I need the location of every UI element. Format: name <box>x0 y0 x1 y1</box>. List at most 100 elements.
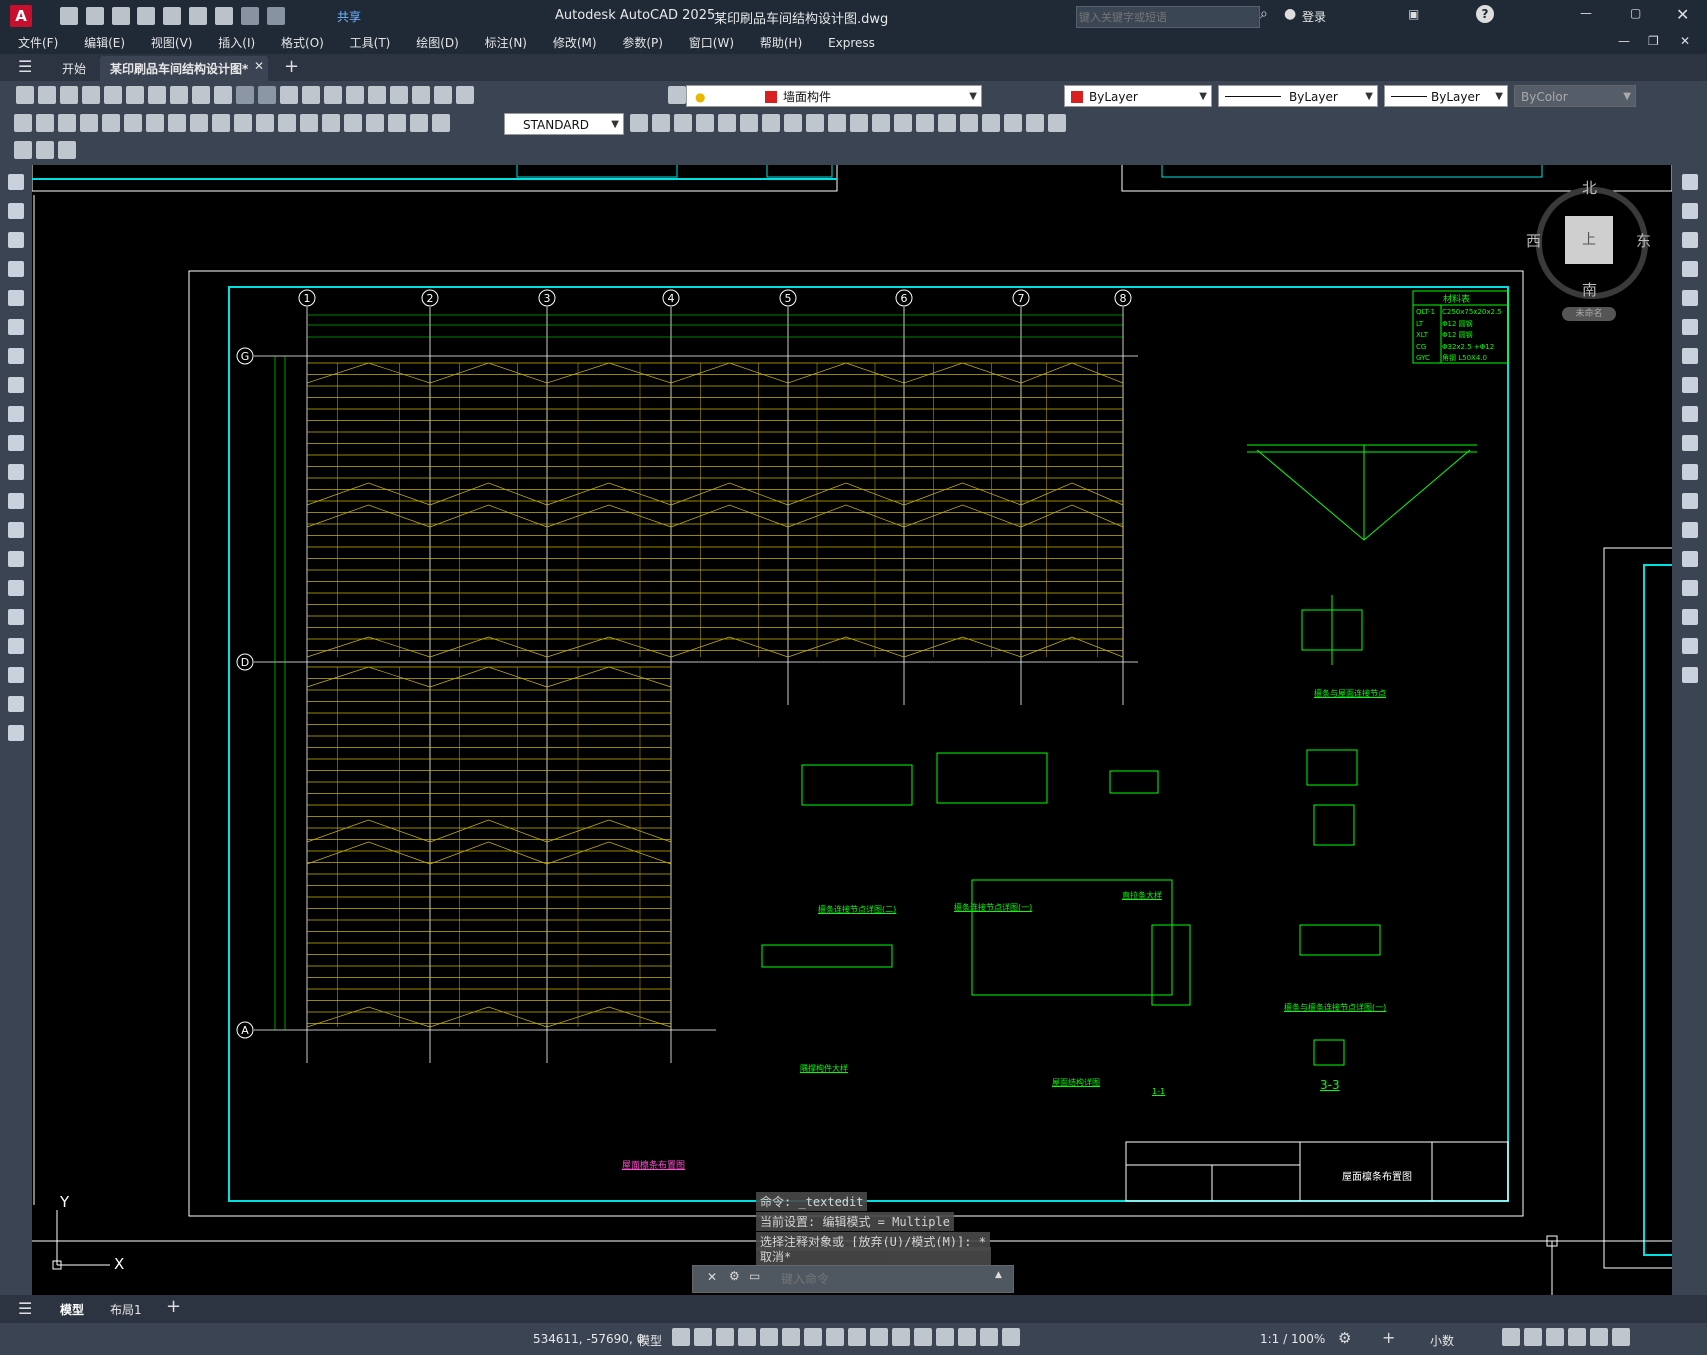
copy-faces-icon[interactable] <box>850 114 868 132</box>
break-at-point-icon[interactable] <box>1682 493 1698 509</box>
new-icon[interactable] <box>16 86 34 104</box>
menu-help[interactable]: 帮助(H) <box>760 32 802 54</box>
revcloud-icon[interactable] <box>8 377 24 393</box>
menu-dimension[interactable]: 标注(N) <box>485 32 527 54</box>
erase-icon[interactable] <box>1682 174 1698 190</box>
tab-close-icon[interactable]: ✕ <box>254 59 264 73</box>
doc-restore-icon[interactable]: ❐ <box>1648 34 1659 48</box>
angular-dim-icon[interactable] <box>168 114 186 132</box>
jogged-linear-icon[interactable] <box>366 114 384 132</box>
quick-properties-icon[interactable] <box>1502 1328 1520 1346</box>
tab-start[interactable]: 开始 <box>62 60 86 77</box>
doc-close-icon[interactable]: ✕ <box>1680 34 1690 48</box>
attribute-icon[interactable] <box>36 141 54 159</box>
units-dropdown[interactable]: 小数 <box>1430 1332 1454 1349</box>
color-edges-icon[interactable] <box>916 114 934 132</box>
search-icon[interactable]: ⌕ <box>1260 6 1268 22</box>
check-icon[interactable] <box>1026 114 1044 132</box>
redo-icon[interactable] <box>266 7 285 25</box>
rectangle-icon[interactable] <box>8 290 24 306</box>
stretch-icon[interactable] <box>1682 406 1698 422</box>
cut-icon[interactable] <box>148 86 166 104</box>
lineweight-dropdown[interactable]: ByLayer ▼ <box>1384 85 1508 107</box>
isolate-objects-icon[interactable] <box>1546 1328 1564 1346</box>
clean-icon[interactable] <box>960 114 978 132</box>
drawing-canvas[interactable]: 1 2 3 4 5 6 7 8 G D A 屋面檩条布置图 材料表 QLT-1 C250x75x20x… <box>32 165 1672 1295</box>
help-icon[interactable]: ? <box>1476 5 1494 23</box>
tab-model[interactable]: 模型 <box>60 1301 84 1318</box>
menu-express[interactable]: Express <box>828 32 875 54</box>
ortho-icon[interactable] <box>738 1328 756 1346</box>
rotate-faces-icon[interactable] <box>806 114 824 132</box>
move-icon[interactable] <box>1682 319 1698 335</box>
table-icon[interactable] <box>8 667 24 683</box>
grid-icon[interactable] <box>672 1328 690 1346</box>
join-icon[interactable] <box>1682 551 1698 567</box>
wcs-menu[interactable]: 未命名 <box>1562 307 1616 321</box>
open-icon[interactable] <box>38 86 56 104</box>
model-space-toggle[interactable]: 模型 <box>638 1332 662 1349</box>
array-icon[interactable] <box>1682 290 1698 306</box>
menu-modify[interactable]: 修改(M) <box>553 32 597 54</box>
publish-icon[interactable] <box>189 7 208 25</box>
dim-update-icon[interactable] <box>432 114 450 132</box>
layer-manager-icon[interactable] <box>668 86 686 104</box>
menu-format[interactable]: 格式(O) <box>281 32 324 54</box>
linetype-dropdown[interactable]: ByLayer ▼ <box>1218 85 1378 107</box>
cart-icon[interactable]: ▣ <box>1408 7 1419 21</box>
annotation-visibility-icon[interactable] <box>980 1328 998 1346</box>
polyline-icon[interactable] <box>8 232 24 248</box>
preview-icon[interactable] <box>104 86 122 104</box>
detail-title-roof-structure[interactable]: 屋面结构详图 <box>1052 1077 1100 1088</box>
region-icon[interactable] <box>8 638 24 654</box>
main-drawing-title[interactable]: 屋面檩条布置图 <box>622 1158 685 1171</box>
union-icon[interactable] <box>652 114 670 132</box>
polygon-icon[interactable] <box>8 261 24 277</box>
command-input[interactable] <box>779 1269 983 1289</box>
offset-icon[interactable] <box>1682 261 1698 277</box>
pan-icon[interactable] <box>280 86 298 104</box>
dynamic-ucs-icon[interactable] <box>914 1328 932 1346</box>
scale-icon[interactable] <box>1682 377 1698 393</box>
chamfer-icon[interactable] <box>1682 580 1698 596</box>
block-editor-icon[interactable] <box>14 141 32 159</box>
undo-icon-2[interactable] <box>236 86 254 104</box>
imprint-icon[interactable] <box>938 114 956 132</box>
layout-menu-icon[interactable]: ☰ <box>18 1299 32 1318</box>
detail-title-purlin-purlin[interactable]: 檩条与檩条连接节点详图(一) <box>1284 1002 1386 1013</box>
construction-line-icon[interactable] <box>8 203 24 219</box>
plot-icon[interactable] <box>214 7 233 25</box>
arc-icon[interactable] <box>8 319 24 335</box>
new-tab-icon[interactable]: + <box>284 56 299 77</box>
publish-icon-2[interactable] <box>126 86 144 104</box>
gradient-icon[interactable] <box>8 609 24 625</box>
intersect-icon[interactable] <box>696 114 714 132</box>
radius-dim-icon[interactable] <box>102 114 120 132</box>
menu-file[interactable]: 文件(F) <box>18 32 58 54</box>
mirror-icon[interactable] <box>1682 232 1698 248</box>
section-3-3-label[interactable]: 3-3 <box>1320 1078 1340 1092</box>
color-faces-icon[interactable] <box>872 114 890 132</box>
subtract-icon[interactable] <box>674 114 692 132</box>
shell-icon[interactable] <box>1004 114 1022 132</box>
doc-minimize-icon[interactable]: — <box>1618 34 1630 48</box>
user-icon[interactable]: ● <box>1284 6 1296 22</box>
workspace-gear-icon[interactable]: ⚙ <box>1338 1329 1351 1347</box>
detail-title-tie-rod[interactable]: 直拉条大样 <box>1122 890 1162 901</box>
point-icon[interactable] <box>8 551 24 567</box>
paste-icon[interactable] <box>192 86 210 104</box>
clean-screen-icon[interactable] <box>1590 1328 1608 1346</box>
move-faces-icon[interactable] <box>740 114 758 132</box>
copy-object-icon[interactable] <box>1682 203 1698 219</box>
snap-icon[interactable] <box>694 1328 712 1346</box>
annotation-scale[interactable]: 1:1 / 100% <box>1260 1332 1325 1346</box>
tool-palette-icon[interactable] <box>390 86 408 104</box>
redo-icon-2[interactable] <box>258 86 276 104</box>
detail-title-brace[interactable]: 隅撑构件大样 <box>800 1063 848 1074</box>
zoom-window-icon[interactable] <box>324 86 342 104</box>
inspect-icon[interactable] <box>344 114 362 132</box>
offset-faces-icon[interactable] <box>762 114 780 132</box>
coordinates-readout[interactable]: 534611, -57690, 0 <box>533 1332 644 1346</box>
export-icon[interactable] <box>163 7 182 25</box>
layer-state-icon[interactable] <box>58 141 76 159</box>
